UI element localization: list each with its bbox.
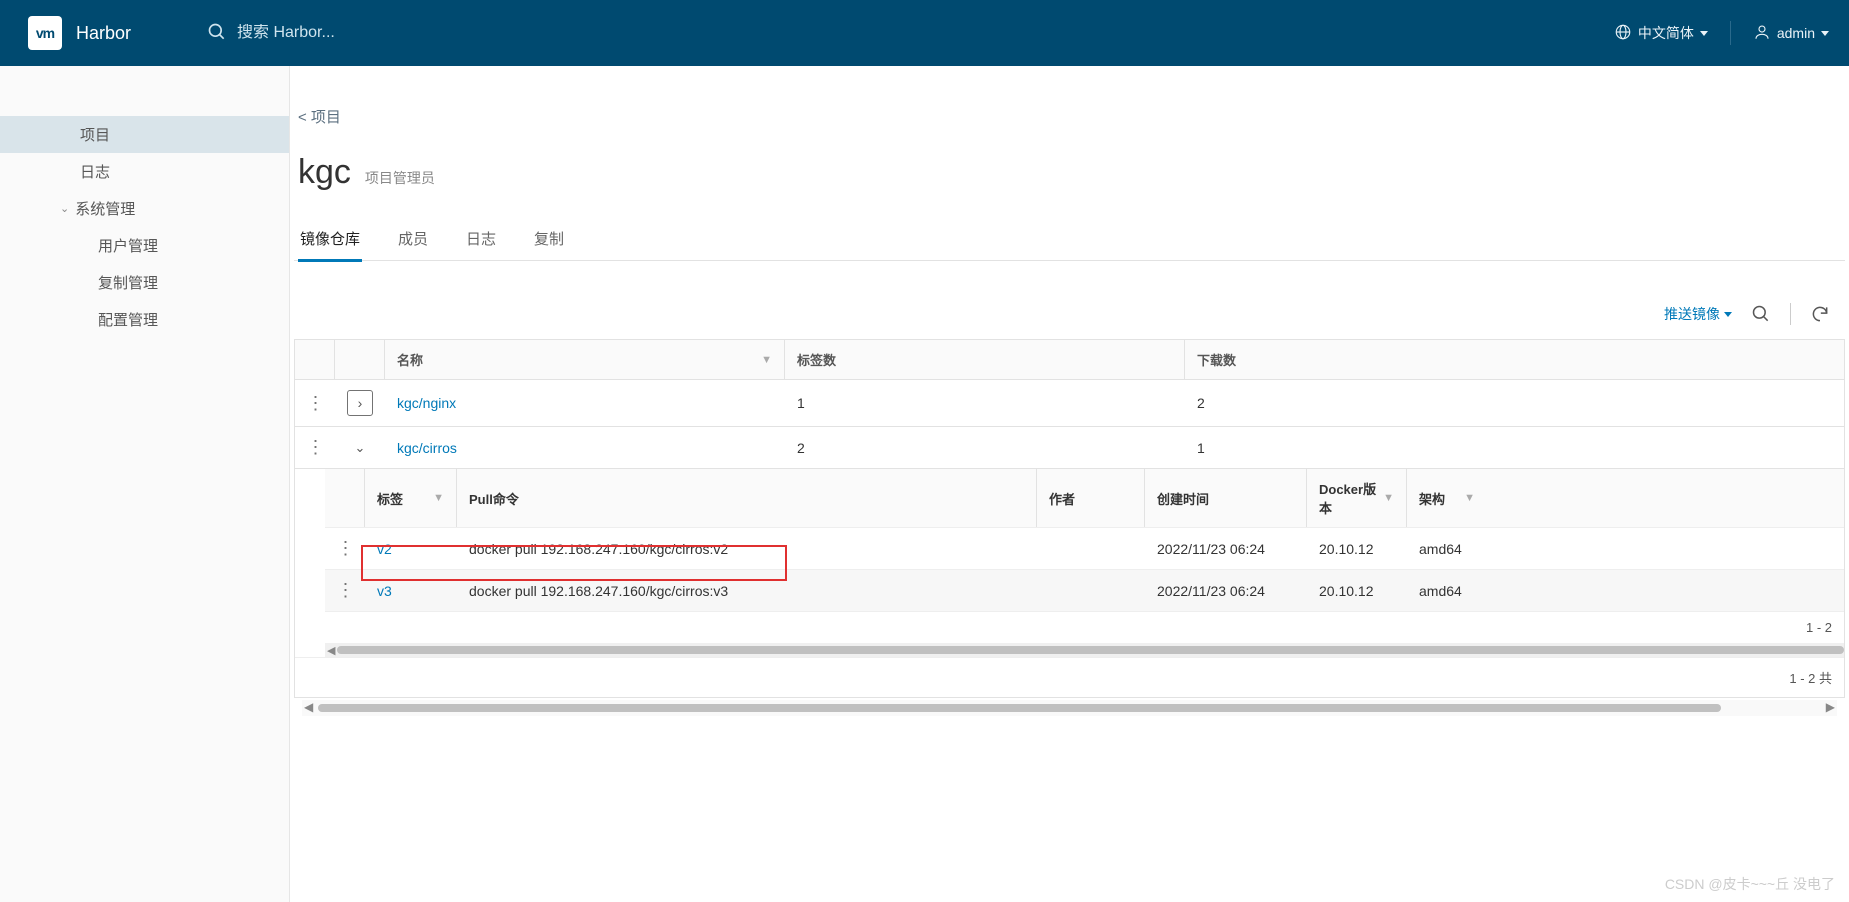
tag-created: 2022/11/23 06:24 xyxy=(1145,528,1307,569)
tag-arch: amd64 xyxy=(1407,528,1487,569)
tag-link[interactable]: v2 xyxy=(365,528,457,569)
tags-subtable: 标签 ▼ Pull命令 作者 创建时间 Docker版本 ▼ 架构 xyxy=(325,469,1844,657)
refresh-button[interactable] xyxy=(1809,303,1831,325)
project-role: 项目管理员 xyxy=(365,168,435,188)
search-icon xyxy=(207,22,227,45)
table-row: ⋮ › kgc/nginx 1 2 xyxy=(295,380,1844,427)
sidebar-group-admin[interactable]: ⌄ 系统管理 xyxy=(0,190,289,227)
tab-members[interactable]: 成员 xyxy=(396,220,430,260)
header-separator xyxy=(1730,21,1731,45)
repo-download-count: 1 xyxy=(1185,427,1844,468)
table-row: ⋮ ⌄ kgc/cirros 2 1 xyxy=(295,427,1844,469)
user-icon xyxy=(1753,23,1771,44)
chevron-down-icon xyxy=(1821,31,1829,36)
row-actions-button[interactable]: ⋮ xyxy=(307,393,324,414)
col-pull[interactable]: Pull命令 xyxy=(457,469,1037,527)
filter-icon[interactable]: ▼ xyxy=(1464,492,1475,504)
row-actions-button[interactable]: ⋮ xyxy=(337,538,354,559)
sidebar-item-users[interactable]: 用户管理 xyxy=(0,227,289,264)
tag-arch: amd64 xyxy=(1407,570,1487,611)
globe-icon xyxy=(1614,23,1632,44)
sub-table-header: 标签 ▼ Pull命令 作者 创建时间 Docker版本 ▼ 架构 xyxy=(325,469,1844,528)
col-created[interactable]: 创建时间 xyxy=(1145,469,1307,527)
tag-author xyxy=(1037,528,1145,569)
table-header: 名称 ▼ 标签数 下载数 xyxy=(295,340,1844,380)
project-title: kgc xyxy=(298,153,351,192)
tag-docker: 20.10.12 xyxy=(1307,570,1407,611)
repo-tag-count: 1 xyxy=(785,380,1185,426)
search-repo-button[interactable] xyxy=(1750,303,1772,325)
push-image-label: 推送镜像 xyxy=(1664,304,1720,324)
expand-button[interactable]: › xyxy=(347,390,373,416)
chevron-down-icon: ⌄ xyxy=(60,202,69,215)
sidebar-item-replication[interactable]: 复制管理 xyxy=(0,264,289,301)
breadcrumb-back[interactable]: < 项目 xyxy=(294,106,1845,127)
brand-label: Harbor xyxy=(76,23,131,44)
sidebar-item-logs[interactable]: 日志 xyxy=(0,153,289,190)
separator xyxy=(1790,303,1791,325)
filter-icon[interactable]: ▼ xyxy=(761,354,772,366)
row-actions-button[interactable]: ⋮ xyxy=(307,437,324,458)
tab-replication[interactable]: 复制 xyxy=(532,220,566,260)
tag-row: ⋮ v2 docker pull 192.168.247.160/kgc/cir… xyxy=(325,528,1844,570)
col-downloads[interactable]: 下载数 xyxy=(1185,340,1844,379)
language-label: 中文简体 xyxy=(1638,23,1694,43)
app-header: vm Harbor 中文简体 admin xyxy=(0,0,1849,66)
filter-icon[interactable]: ▼ xyxy=(1383,492,1394,504)
collapse-button[interactable]: ⌄ xyxy=(355,440,366,456)
tag-author xyxy=(1037,570,1145,611)
language-selector[interactable]: 中文简体 xyxy=(1614,23,1708,44)
outer-scrollbar[interactable]: ◀ ▶ xyxy=(302,700,1837,716)
col-tags[interactable]: 标签数 xyxy=(785,340,1185,379)
sidebar-item-projects[interactable]: 项目 xyxy=(0,116,289,153)
main-content: < 项目 kgc 项目管理员 镜像仓库 成员 日志 复制 推送镜像 xyxy=(290,66,1849,902)
tab-logs[interactable]: 日志 xyxy=(464,220,498,260)
user-menu[interactable]: admin xyxy=(1753,23,1829,44)
col-tag[interactable]: 标签 ▼ xyxy=(365,469,457,527)
col-docker[interactable]: Docker版本 ▼ xyxy=(1307,469,1407,527)
repo-name-link[interactable]: kgc/cirros xyxy=(385,427,785,468)
tag-docker: 20.10.12 xyxy=(1307,528,1407,569)
user-label: admin xyxy=(1777,25,1815,41)
tag-row: ⋮ v3 docker pull 192.168.247.160/kgc/cir… xyxy=(325,570,1844,612)
push-image-button[interactable]: 推送镜像 xyxy=(1664,304,1732,324)
sidebar: 项目 日志 ⌄ 系统管理 用户管理 复制管理 配置管理 xyxy=(0,66,290,902)
pull-command: docker pull 192.168.247.160/kgc/cirros:v… xyxy=(457,528,1037,569)
filter-icon[interactable]: ▼ xyxy=(433,492,444,504)
pagination: 1 - 2 共 xyxy=(295,657,1844,697)
vmware-logo: vm xyxy=(28,16,62,50)
col-author[interactable]: 作者 xyxy=(1037,469,1145,527)
tag-created: 2022/11/23 06:24 xyxy=(1145,570,1307,611)
tab-repositories[interactable]: 镜像仓库 xyxy=(298,220,362,262)
repo-tag-count: 2 xyxy=(785,427,1185,468)
watermark: CSDN @皮卡~~~丘 没电了 xyxy=(1665,874,1835,894)
sub-pagination: 1 - 2 xyxy=(325,612,1844,643)
col-arch[interactable]: 架构 ▼ xyxy=(1407,469,1487,527)
search-input[interactable] xyxy=(237,24,1015,42)
tag-link[interactable]: v3 xyxy=(365,570,457,611)
repo-name-link[interactable]: kgc/nginx xyxy=(385,380,785,426)
row-actions-button[interactable]: ⋮ xyxy=(337,580,354,601)
project-tabs: 镜像仓库 成员 日志 复制 xyxy=(294,220,1845,261)
sidebar-group-label: 系统管理 xyxy=(75,198,135,219)
scroll-left-icon[interactable]: ◀ xyxy=(304,700,313,714)
repo-download-count: 2 xyxy=(1185,380,1844,426)
repositories-table: 名称 ▼ 标签数 下载数 ⋮ › kgc/nginx 1 2 xyxy=(294,339,1845,698)
scroll-right-icon[interactable]: ▶ xyxy=(1826,700,1835,714)
sidebar-item-config[interactable]: 配置管理 xyxy=(0,301,289,338)
chevron-down-icon xyxy=(1724,312,1732,317)
scroll-left-icon[interactable]: ◀ xyxy=(327,644,335,657)
global-search[interactable] xyxy=(195,0,1015,66)
pull-command: docker pull 192.168.247.160/kgc/cirros:v… xyxy=(457,570,1037,611)
col-name[interactable]: 名称 ▼ xyxy=(385,340,785,379)
sub-scrollbar[interactable]: ◀ xyxy=(325,643,1844,657)
chevron-down-icon xyxy=(1700,31,1708,36)
